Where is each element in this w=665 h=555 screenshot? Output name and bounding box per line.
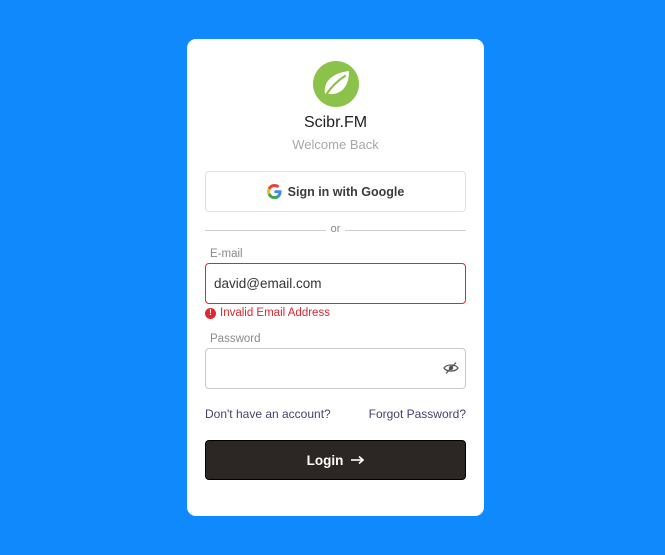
password-field[interactable] bbox=[205, 348, 466, 389]
login-button[interactable]: Login bbox=[205, 440, 466, 480]
arrow-right-icon bbox=[351, 455, 365, 465]
app-name: Scibr.FM bbox=[303, 114, 368, 131]
error-icon: ! bbox=[205, 307, 216, 319]
google-signin-button[interactable]: Sign in with Google bbox=[205, 171, 466, 212]
google-signin-label: Sign in with Google bbox=[287, 184, 405, 199]
email-error: ! Invalid Email Address bbox=[205, 307, 330, 319]
email-field[interactable] bbox=[205, 263, 466, 304]
eye-slash-icon[interactable] bbox=[443, 361, 459, 375]
google-icon bbox=[266, 184, 282, 199]
login-label: Login bbox=[306, 452, 344, 468]
login-card: Scibr.FM Welcome Back Sign in with Googl… bbox=[187, 39, 484, 516]
leaf-logo-icon bbox=[313, 61, 359, 107]
signup-link[interactable]: Don't have an account? bbox=[205, 407, 331, 421]
divider-text: or bbox=[330, 223, 341, 235]
divider-line-right bbox=[345, 230, 466, 231]
divider-line-left bbox=[205, 230, 326, 231]
forgot-password-link[interactable]: Forgot Password? bbox=[369, 407, 466, 421]
email-label: E-mail bbox=[210, 248, 243, 260]
email-error-text: Invalid Email Address bbox=[220, 307, 330, 319]
welcome-text: Welcome Back bbox=[292, 137, 379, 152]
password-label: Password bbox=[210, 333, 261, 345]
or-divider: or bbox=[205, 223, 466, 237]
